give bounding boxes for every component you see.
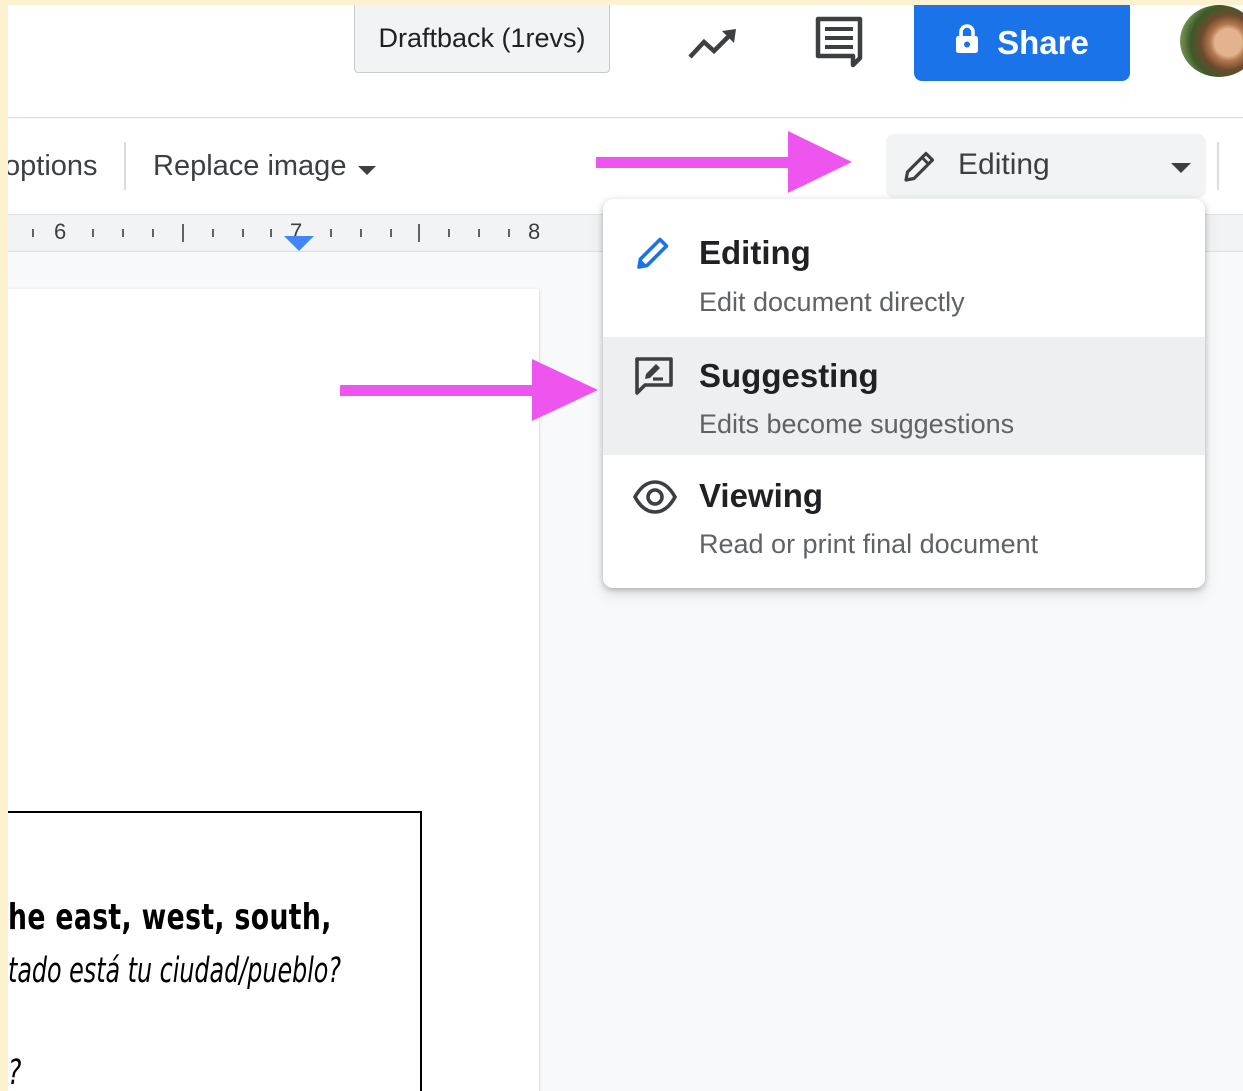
- draftback-button[interactable]: Draftback (1revs): [354, 5, 610, 73]
- pencil-icon: [633, 233, 677, 277]
- toolbar-divider-right: [1217, 142, 1219, 190]
- menu-item-description: Read or print final document: [699, 529, 1039, 559]
- google-docs-window: Draftback (1revs) Share options Replace …: [8, 5, 1243, 1091]
- replace-image-label: Replace image: [153, 150, 347, 182]
- ruler-number: 8: [528, 219, 541, 244]
- pencil-outline-icon: [902, 148, 938, 189]
- document-table-cell[interactable]: he east, west, south, tado está tu ciuda…: [8, 811, 422, 1091]
- avatar[interactable]: [1180, 5, 1243, 77]
- menu-item-description: Edits become suggestions: [699, 409, 1015, 439]
- menu-item-editing[interactable]: Editing Edit document directly: [603, 199, 1205, 317]
- annotation-arrow: [340, 359, 598, 421]
- annotation-arrow: [596, 131, 852, 193]
- lock-icon: [955, 24, 979, 62]
- image-options-button[interactable]: options: [8, 150, 98, 183]
- caret-down-icon: [357, 151, 377, 184]
- replace-image-button[interactable]: Replace image: [153, 150, 377, 184]
- share-button[interactable]: Share: [914, 5, 1130, 81]
- toolbar-divider: [124, 142, 126, 190]
- suggest-edit-icon: [633, 355, 677, 399]
- document-line: ?: [8, 1053, 22, 1091]
- mode-dropdown-menu: Editing Edit document directly Suggestin…: [603, 199, 1205, 588]
- trending-up-icon[interactable]: [678, 19, 748, 69]
- menu-item-viewing[interactable]: Viewing Read or print final document: [603, 455, 1205, 573]
- menu-item-label: Editing: [699, 234, 811, 271]
- document-line: he east, west, south,: [8, 897, 332, 938]
- menu-item-label: Viewing: [699, 477, 824, 514]
- document-line: tado está tu ciudad/pueblo?: [8, 951, 342, 991]
- dropdown-arrow-icon: [1170, 161, 1192, 179]
- eye-icon: [632, 477, 678, 521]
- menu-item-suggesting[interactable]: Suggesting Edits become suggestions: [603, 337, 1205, 455]
- menu-item-label: Suggesting: [699, 357, 879, 394]
- share-label: Share: [997, 24, 1089, 61]
- menu-item-description: Edit document directly: [699, 287, 965, 317]
- top-bar: Draftback (1revs) Share: [8, 5, 1243, 118]
- mode-button-label: Editing: [958, 148, 1050, 181]
- indent-marker-icon[interactable]: [284, 236, 314, 257]
- ruler-number: 6: [54, 219, 67, 244]
- mode-switcher-button[interactable]: Editing: [886, 134, 1206, 198]
- comment-history-icon[interactable]: [804, 11, 874, 71]
